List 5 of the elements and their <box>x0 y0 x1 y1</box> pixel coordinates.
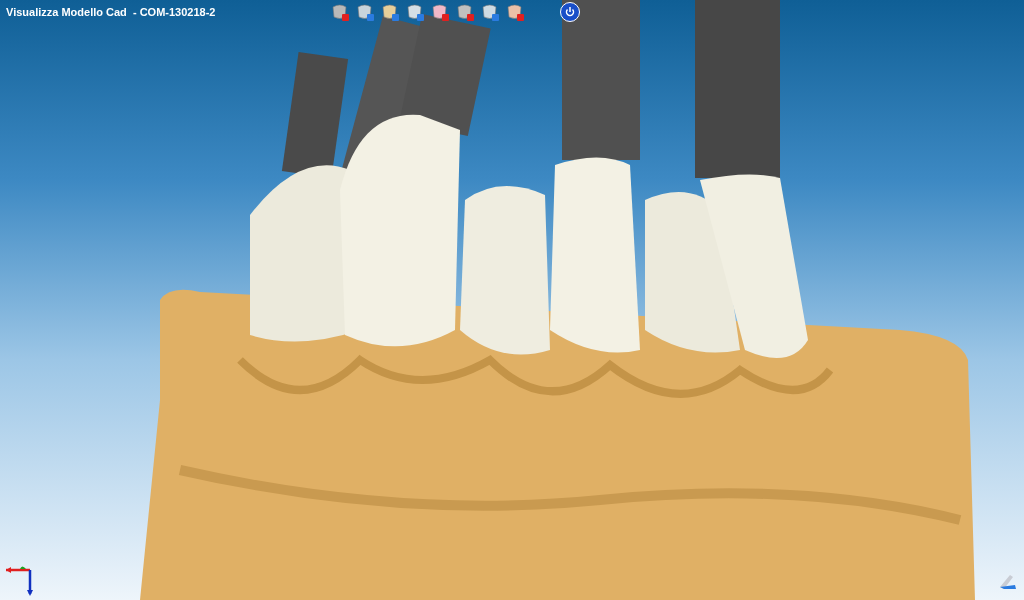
tooth-model-icon <box>330 2 350 22</box>
window-title: Visualizza Modello Cad - COM-130218-2 <box>6 5 216 21</box>
view-plane-icon[interactable] <box>998 573 1018 591</box>
power-icon <box>564 6 576 18</box>
toolbar-button[interactable] <box>330 2 350 22</box>
